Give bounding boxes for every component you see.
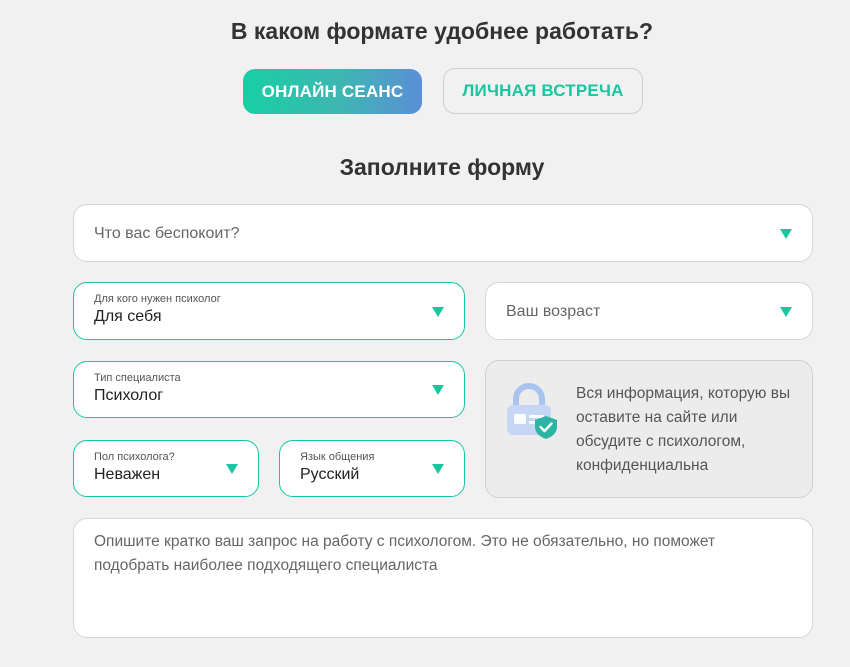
language-value: Русский (300, 466, 360, 483)
concern-select[interactable]: Что вас беспокоит? (73, 204, 813, 262)
chevron-down-icon (226, 464, 238, 474)
format-title: В каком формате удобнее работать? (230, 18, 654, 44)
specialist-type-select[interactable]: Тип специалиста Психолог (73, 361, 465, 418)
request-textarea[interactable]: Опишите кратко ваш запрос на работу с пс… (73, 518, 813, 638)
language-select[interactable]: Язык общения Русский (279, 440, 465, 497)
language-label: Язык общения (300, 451, 375, 463)
for-whom-select[interactable]: Для кого нужен психолог Для себя (73, 282, 465, 340)
chevron-down-icon (780, 307, 792, 317)
in-person-meeting-button[interactable]: ЛИЧНАЯ ВСТРЕЧА (443, 68, 643, 114)
chevron-down-icon (780, 229, 792, 239)
for-whom-label: Для кого нужен психолог (94, 293, 221, 305)
gender-value: Неважен (94, 466, 161, 483)
privacy-info-box: Вся информация, которую вы оставите на с… (485, 360, 813, 498)
privacy-note-text: Вся информация, которую вы оставите на с… (576, 385, 791, 474)
for-whom-value: Для себя (94, 308, 162, 325)
chevron-down-icon (432, 307, 444, 317)
psychologist-gender-select[interactable]: Пол психолога? Неважен (73, 440, 259, 497)
gender-label: Пол психолога? (94, 451, 175, 463)
specialist-type-value: Психолог (94, 387, 164, 404)
request-placeholder: Опишите кратко ваш запрос на работу с пс… (94, 533, 716, 574)
chevron-down-icon (432, 385, 444, 395)
age-placeholder: Ваш возраст (506, 303, 601, 320)
concern-placeholder: Что вас беспокоит? (94, 225, 240, 242)
form-title: Заполните форму (339, 154, 545, 180)
lock-shield-icon (507, 383, 557, 439)
age-select[interactable]: Ваш возраст (485, 282, 813, 340)
chevron-down-icon (432, 464, 444, 474)
online-session-button[interactable]: ОНЛАЙН СЕАНС (243, 69, 422, 114)
specialist-type-label: Тип специалиста (94, 372, 181, 384)
